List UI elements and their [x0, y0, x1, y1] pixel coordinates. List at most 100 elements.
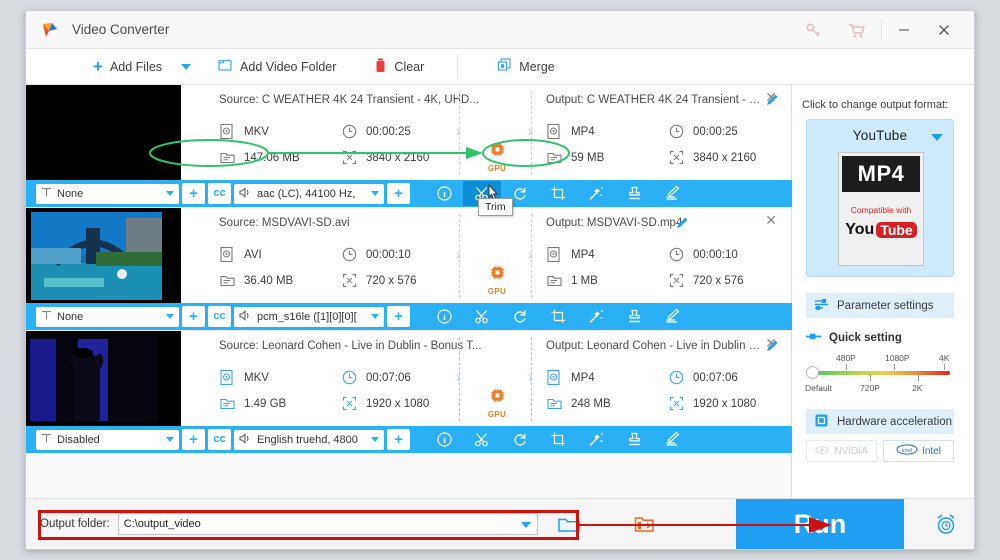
chevron-right-icon: › — [528, 123, 533, 140]
minimize-button[interactable] — [884, 11, 924, 49]
file-card-info: Source: C WEATHER 4K 24 Transient - 4K, … — [181, 85, 791, 181]
chevron-right-icon: › — [528, 369, 533, 386]
add-subtitle-button[interactable]: + — [182, 429, 205, 450]
source-title: Source: Leonard Cohen - Live in Dublin -… — [219, 340, 482, 352]
merge-button[interactable]: Merge — [488, 49, 563, 84]
close-button[interactable] — [924, 11, 964, 49]
output-format-value: MP4 — [571, 125, 595, 138]
add-subtitle-button[interactable]: + — [182, 183, 205, 204]
crop-icon[interactable] — [539, 427, 577, 452]
file-format-icon — [546, 246, 563, 263]
parameter-settings-label: Parameter settings — [837, 299, 934, 312]
audio-select[interactable]: aac (LC), 44100 Hz, — [234, 183, 384, 204]
add-files-dropdown-caret[interactable] — [181, 63, 192, 70]
output-resolution-value: 1920 x 1080 — [693, 397, 757, 410]
subtitle-select[interactable]: None — [36, 306, 179, 327]
output-size: 59 MB — [546, 149, 604, 166]
rotate-icon[interactable] — [501, 427, 539, 452]
subtitle-icon — [41, 310, 52, 324]
video-thumbnail — [26, 208, 181, 304]
output-format: MP4 — [546, 123, 595, 140]
edit-pencil-icon[interactable] — [676, 216, 689, 232]
video-thumbnail — [26, 85, 181, 181]
intel-logo-icon: intel — [896, 444, 918, 458]
output-resolution: 3840 x 2160 — [668, 149, 756, 166]
add-subtitle-button[interactable]: + — [182, 306, 205, 327]
remove-file-button[interactable]: ✕ — [765, 90, 777, 104]
slider-knob[interactable] — [806, 366, 819, 379]
output-format-panel: Click to change output format: YouTube M… — [792, 85, 974, 499]
source-format: MKV — [219, 369, 269, 386]
output-folder-input[interactable] — [117, 513, 538, 535]
toolbar-divider — [457, 54, 459, 79]
source-duration: 00:07:06 — [341, 369, 411, 386]
tool-icon-group — [425, 304, 691, 329]
clear-button[interactable]: Clear — [365, 49, 433, 84]
info-icon[interactable] — [425, 181, 463, 206]
tool-icon-group — [425, 427, 691, 452]
title-bar: Video Converter — [26, 11, 974, 49]
subtitle-edit-icon[interactable] — [653, 427, 691, 452]
alarm-clock-icon[interactable] — [934, 512, 958, 541]
source-resolution: 3840 x 2160 — [341, 149, 429, 166]
tool-icon-group — [425, 181, 691, 206]
video-thumbnail — [26, 331, 181, 427]
subtitle-edit-icon[interactable] — [653, 304, 691, 329]
subtitle-edit-icon[interactable] — [653, 181, 691, 206]
chevron-right-icon: › — [456, 123, 461, 140]
trim-scissors-icon[interactable] — [463, 304, 501, 329]
watermark-stamp-icon[interactable] — [615, 304, 653, 329]
trim-scissors-icon[interactable] — [463, 427, 501, 452]
run-button[interactable]: Run — [736, 499, 904, 549]
parameter-settings-button[interactable]: Parameter settings — [806, 293, 954, 318]
slider-top-label: 4K — [939, 353, 950, 363]
file-card: Source: MSDVAVI-SD.avi Output: MSDVAVI-S… — [26, 208, 792, 331]
chevron-down-icon[interactable] — [931, 134, 943, 141]
output-folder-shortcut-icon[interactable] — [634, 515, 656, 534]
effects-wand-icon[interactable] — [577, 181, 615, 206]
add-video-folder-button[interactable]: Add Video Folder — [209, 49, 345, 84]
watermark-stamp-icon[interactable] — [615, 181, 653, 206]
add-files-button[interactable]: + Add Files — [84, 49, 171, 84]
subtitle-select[interactable]: None — [36, 183, 179, 204]
closed-caption-button[interactable]: cc — [208, 306, 231, 327]
hardware-acceleration-button[interactable]: Hardware acceleration — [806, 409, 954, 434]
source-title: Source: MSDVAVI-SD.avi — [219, 217, 350, 229]
effects-wand-icon[interactable] — [577, 304, 615, 329]
slider-bottom-label: 720P — [860, 383, 880, 393]
chevron-down-icon[interactable] — [520, 522, 531, 528]
file-action-bar: None + cc aac (LC), 44100 Hz, + — [26, 180, 792, 207]
subtitle-select[interactable]: Disabled — [36, 429, 179, 450]
info-icon[interactable] — [425, 427, 463, 452]
clear-label: Clear — [394, 59, 425, 74]
watermark-stamp-icon[interactable] — [615, 427, 653, 452]
audio-select[interactable]: pcm_s16le ([1][0][0][ — [234, 306, 384, 327]
remove-file-button[interactable]: ✕ — [765, 213, 777, 227]
chevron-right-icon: › — [456, 246, 461, 263]
intel-chip[interactable]: intel Intel — [883, 440, 954, 462]
add-audio-button[interactable]: + — [387, 183, 410, 204]
audio-select[interactable]: English truehd, 4800 — [234, 429, 384, 450]
nvidia-chip[interactable]: NVIDIA — [806, 440, 877, 462]
add-audio-button[interactable]: + — [387, 429, 410, 450]
open-folder-icon[interactable] — [557, 516, 580, 533]
clock-icon — [341, 123, 358, 140]
output-duration: 00:00:25 — [668, 123, 738, 140]
add-audio-button[interactable]: + — [387, 306, 410, 327]
closed-caption-button[interactable]: cc — [208, 429, 231, 450]
crop-icon[interactable] — [539, 181, 577, 206]
key-icon[interactable] — [791, 11, 835, 49]
closed-caption-button[interactable]: cc — [208, 183, 231, 204]
remove-file-button[interactable]: ✕ — [765, 336, 777, 350]
effects-wand-icon[interactable] — [577, 427, 615, 452]
cart-icon[interactable] — [835, 11, 879, 49]
crop-icon[interactable] — [539, 304, 577, 329]
rotate-icon[interactable] — [501, 304, 539, 329]
add-files-label: Add Files — [109, 59, 163, 74]
info-icon[interactable] — [425, 304, 463, 329]
resolution-slider[interactable]: 480P 1080P 4K Default 720P 2K — [805, 353, 954, 399]
output-duration-value: 00:00:25 — [693, 125, 738, 138]
speaker-icon — [239, 309, 252, 324]
chevron-down-icon — [166, 314, 174, 319]
output-format-selector[interactable]: YouTube MP4 Compatible with You Tube — [806, 119, 954, 277]
